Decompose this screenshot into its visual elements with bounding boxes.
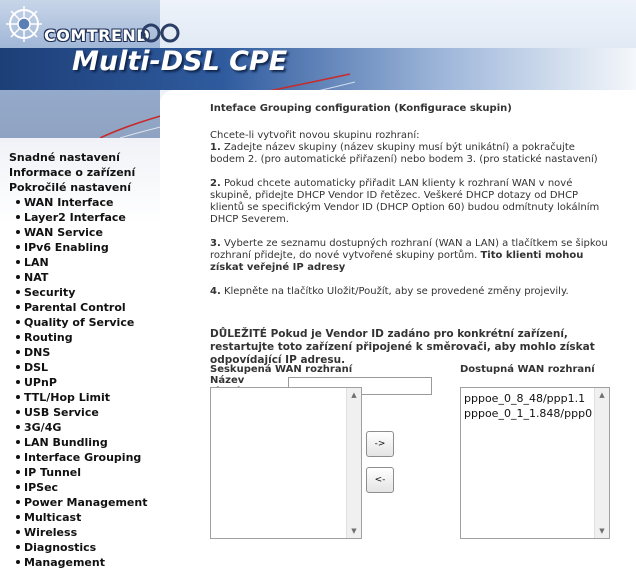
- brand-logo-text: COMTREND: [44, 26, 151, 45]
- page-title: Inteface Grouping configuration (Konfigu…: [210, 103, 512, 114]
- sidebar-item-lan[interactable]: LAN: [16, 255, 160, 270]
- step-2: 2. Pokud chcete automaticky přiřadit LAN…: [210, 178, 610, 226]
- scroll-up-icon[interactable]: ▲: [595, 388, 609, 402]
- sidebar-item-dsl[interactable]: DSL: [16, 360, 160, 375]
- sidebar-item-ttl-hop-limit[interactable]: TTL/Hop Limit: [16, 390, 160, 405]
- step-text: Zadejte název skupiny (název skupiny mus…: [210, 142, 598, 165]
- available-scrollbar[interactable]: ▲ ▼: [594, 388, 609, 538]
- bullet-icon: [16, 500, 20, 504]
- list-item[interactable]: pppoe_0_1_1.848/ppp0: [464, 406, 593, 421]
- bullet-icon: [16, 230, 20, 234]
- sidebar-item-routing[interactable]: Routing: [16, 330, 160, 345]
- bullet-icon: [16, 395, 20, 399]
- bullet-icon: [16, 305, 20, 309]
- bullet-icon: [16, 560, 20, 564]
- bullet-icon: [16, 410, 20, 414]
- step-text: Pokud chcete automaticky přiřadit LAN kl…: [210, 178, 600, 225]
- step-number: 3.: [210, 238, 221, 249]
- bullet-icon: [16, 215, 20, 219]
- sidebar-item-upnp[interactable]: UPnP: [16, 375, 160, 390]
- sidebar-item-wan-service[interactable]: WAN Service: [16, 225, 160, 240]
- bullet-icon: [16, 275, 20, 279]
- available-wan-listbox[interactable]: pppoe_0_8_48/ppp1.1 pppoe_0_1_1.848/ppp0…: [460, 387, 610, 539]
- step-1: 1. Zadejte název skupiny (název skupiny …: [210, 142, 610, 166]
- sidebar-item-dns[interactable]: DNS: [16, 345, 160, 360]
- step-text: Klepněte na tlačítko Uložit/Použít, aby …: [223, 286, 569, 297]
- sidebar-item-advanced-setup[interactable]: Pokročilé nastavení: [9, 180, 160, 195]
- bullet-icon: [16, 515, 20, 519]
- list-item[interactable]: pppoe_0_8_48/ppp1.1: [464, 391, 593, 406]
- bullet-icon: [16, 365, 20, 369]
- available-wan-items: pppoe_0_8_48/ppp1.1 pppoe_0_1_1.848/ppp0: [464, 391, 593, 421]
- sidebar-item-ipsec[interactable]: IPSec: [16, 480, 160, 495]
- bullet-icon: [16, 380, 20, 384]
- step-number: 2.: [210, 178, 221, 189]
- step-3: 3. Vyberte ze seznamu dostupných rozhran…: [210, 238, 610, 274]
- step-number: 4.: [210, 286, 221, 297]
- bullet-icon: [16, 320, 20, 324]
- sidebar-item-nat[interactable]: NAT: [16, 270, 160, 285]
- scroll-down-icon[interactable]: ▼: [347, 524, 361, 538]
- bullet-icon: [16, 260, 20, 264]
- add-to-group-button[interactable]: ->: [366, 431, 394, 457]
- sidebar-item-device-info[interactable]: Informace o zařízení: [9, 165, 160, 180]
- sidebar-item-wireless[interactable]: Wireless: [16, 525, 160, 540]
- sidebar-item-management[interactable]: Management: [16, 555, 160, 570]
- rings-icon: [141, 23, 180, 43]
- sidebar-item-ip-tunnel[interactable]: IP Tunnel: [16, 465, 160, 480]
- bullet-icon: [16, 335, 20, 339]
- sidebar-item-diagnostics[interactable]: Diagnostics: [16, 540, 160, 555]
- step-number: 1.: [210, 142, 221, 153]
- bullet-icon: [16, 245, 20, 249]
- sidebar-nav: Snadné nastavení Informace o zařízení Po…: [0, 138, 160, 569]
- sidebar-item-wan-interface[interactable]: WAN Interface: [16, 195, 160, 210]
- sidebar-item-multicast[interactable]: Multicast: [16, 510, 160, 525]
- sidebar-item-security[interactable]: Security: [16, 285, 160, 300]
- bullet-icon: [16, 440, 20, 444]
- important-note: DŮLEŽITÉ Pokud je Vendor ID zadáno pro k…: [210, 328, 595, 366]
- bullet-icon: [16, 545, 20, 549]
- sidebar-item-quick-setup[interactable]: Snadné nastavení: [9, 150, 160, 165]
- scroll-up-icon[interactable]: ▲: [347, 388, 361, 402]
- sidebar-item-power-management[interactable]: Power Management: [16, 495, 160, 510]
- bullet-icon: [16, 425, 20, 429]
- sidebar-item-interface-grouping[interactable]: Interface Grouping: [16, 450, 160, 465]
- sidebar-item-lan-bundling[interactable]: LAN Bundling: [16, 435, 160, 450]
- sidebar-item-parental-control[interactable]: Parental Control: [16, 300, 160, 315]
- grouped-wan-listbox[interactable]: ▲ ▼: [210, 387, 362, 539]
- intro-text: Chcete-li vytvořit novou skupinu rozhran…: [210, 130, 420, 141]
- grouped-scrollbar[interactable]: ▲ ▼: [346, 388, 361, 538]
- bullet-icon: [16, 455, 20, 459]
- sidebar-item-3g-4g[interactable]: 3G/4G: [16, 420, 160, 435]
- scroll-down-icon[interactable]: ▼: [595, 524, 609, 538]
- bullet-icon: [16, 200, 20, 204]
- bullet-icon: [16, 470, 20, 474]
- step-4: 4. Klepněte na tlačítko Uložit/Použít, a…: [210, 286, 610, 298]
- bullet-icon: [16, 485, 20, 489]
- bullet-icon: [16, 290, 20, 294]
- sidebar-item-layer2-interface[interactable]: Layer2 Interface: [16, 210, 160, 225]
- remove-from-group-button[interactable]: <-: [366, 467, 394, 493]
- sidebar-item-ipv6-enabling[interactable]: IPv6 Enabling: [16, 240, 160, 255]
- comtrend-logo-icon: [6, 6, 42, 42]
- sidebar-item-qos[interactable]: Quality of Service: [16, 315, 160, 330]
- sidebar-item-usb-service[interactable]: USB Service: [16, 405, 160, 420]
- bullet-icon: [16, 530, 20, 534]
- bullet-icon: [16, 350, 20, 354]
